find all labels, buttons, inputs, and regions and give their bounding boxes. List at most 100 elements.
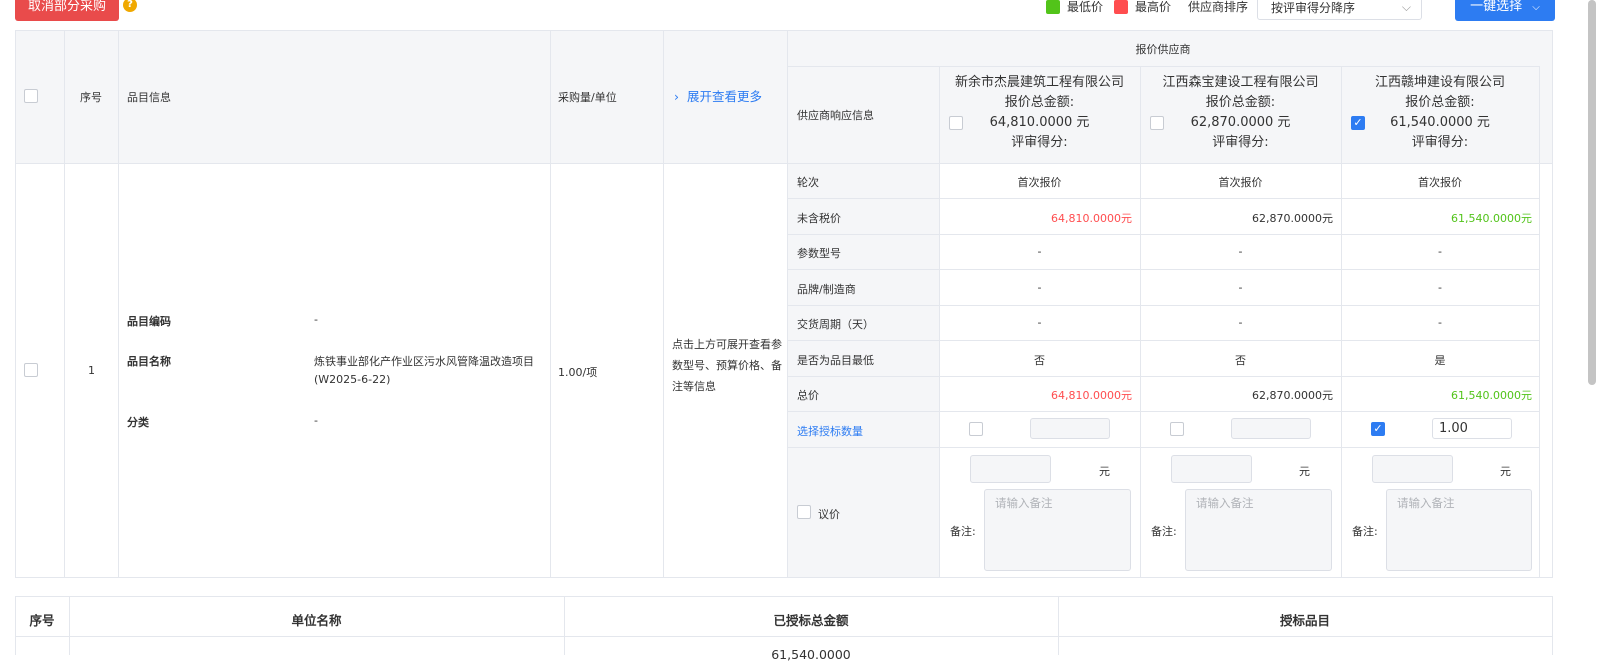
supplier-name: 江西森宝建设工程有限公司: [1162, 75, 1319, 90]
supplier-header-1: 新余市杰晨建筑工程有限公司 报价总金额: 64,810.0000 元 评审得分:: [939, 73, 1140, 153]
s3-remark-label: 备注:: [1352, 525, 1378, 538]
s1-total: 64,810.0000元: [1051, 389, 1132, 402]
supplier-total-label: 报价总金额:: [1004, 95, 1075, 110]
s2-award-checkbox[interactable]: [1170, 422, 1184, 436]
s1-model: -: [1037, 245, 1042, 258]
s1-award-checkbox[interactable]: [969, 422, 983, 436]
chevron-down-icon: ⌵: [1532, 2, 1540, 13]
chevron-down-icon: ⌵: [1401, 0, 1411, 14]
s2-lowest: 否: [1235, 354, 1246, 367]
expand-more-link[interactable]: › 展开查看更多: [674, 86, 762, 105]
item-category-label: 分类: [127, 416, 149, 429]
s1-delivery: -: [1037, 316, 1042, 329]
item-code-value: -: [314, 313, 318, 326]
attr-label-model: 参数型号: [797, 247, 841, 260]
select-all-button[interactable]: 一键选择 ⌵: [1455, 0, 1555, 21]
s3-brand: -: [1438, 281, 1442, 294]
award-qty-label[interactable]: 选择授标数量: [797, 423, 863, 439]
legend-high-label: 最高价: [1135, 0, 1172, 14]
s1-round: 首次报价: [1017, 176, 1062, 189]
expand-hint-line1: 点击上方可展开查看参: [672, 338, 782, 351]
cancel-partial-purchase-button[interactable]: 取消部分采购: [15, 0, 119, 21]
s3-remark-textarea[interactable]: 请输入备注: [1386, 489, 1532, 571]
s2-yuan: 元: [1299, 465, 1310, 478]
legend-low: 最低价: [1046, 0, 1103, 15]
s3-yuan: 元: [1500, 465, 1511, 478]
legend-low-label: 最低价: [1067, 0, 1104, 14]
summary-header-awarded-items: 授标品目: [1279, 613, 1330, 628]
attr-label-lowest: 是否为品目最低: [797, 354, 874, 367]
supplier-1-checkbox[interactable]: [949, 116, 963, 130]
attr-label-round: 轮次: [797, 176, 819, 189]
supplier-total-label: 报价总金额:: [1405, 95, 1475, 110]
s2-negotiate-price-input[interactable]: [1171, 455, 1252, 483]
s2-total: 62,870.0000元: [1252, 389, 1333, 402]
header-item-info: 品目信息: [127, 91, 171, 104]
chevron-right-icon: ›: [674, 89, 679, 104]
item-name-value-line1: 炼铁事业部化产作业区污水风管降温改造项目: [314, 355, 534, 368]
row-checkbox[interactable]: [24, 363, 38, 377]
header-qty-unit: 采购量/单位: [558, 91, 617, 104]
supplier-total: 64,810.0000 元: [989, 115, 1090, 130]
s2-award-qty-input[interactable]: [1231, 418, 1311, 439]
supplier-total-label: 报价总金额:: [1205, 95, 1276, 110]
s1-award-qty-input[interactable]: [1030, 418, 1110, 439]
item-name-label: 品目名称: [127, 355, 171, 368]
s1-negotiate-price-input[interactable]: [970, 455, 1051, 483]
s3-negotiate-price-input[interactable]: [1372, 455, 1453, 483]
select-all-checkbox[interactable]: [24, 89, 38, 103]
header-quoted-suppliers: 报价供应商: [1135, 43, 1191, 56]
s3-award-qty-input[interactable]: 1.00: [1432, 418, 1512, 439]
summary-header-awarded-amount: 已授标总金额: [773, 613, 849, 628]
item-code-label: 品目编码: [127, 315, 171, 328]
expand-more-label: 展开查看更多: [687, 89, 763, 104]
s2-model: -: [1238, 245, 1243, 258]
header-response-info: 供应商响应信息: [797, 109, 874, 122]
supplier-name: 江西赣坤建设有限公司: [1374, 75, 1505, 90]
item-category-value: -: [314, 414, 318, 427]
attr-label-brand: 品牌/制造商: [797, 283, 856, 296]
s1-yuan: 元: [1099, 465, 1110, 478]
s2-delivery: -: [1238, 316, 1243, 329]
select-all-label: 一键选择: [1470, 0, 1523, 14]
expand-hint-line2: 数型号、预算价格、备: [672, 359, 782, 372]
summary-header-company: 单位名称: [291, 613, 342, 628]
supplier-score-label: 评审得分:: [1011, 135, 1068, 150]
s2-remark-label: 备注:: [1151, 525, 1177, 538]
s2-pretax: 62,870.0000元: [1252, 212, 1333, 225]
supplier-score-label: 评审得分:: [1411, 135, 1469, 150]
s3-model: -: [1438, 245, 1442, 258]
supplier-header-3: 江西赣坤建设有限公司 报价总金额: 61,540.0000 元 评审得分:: [1341, 73, 1539, 153]
help-icon[interactable]: ?: [123, 0, 137, 12]
s1-remark-textarea[interactable]: 请输入备注: [984, 489, 1131, 571]
supplier-3-checkbox[interactable]: ✓: [1351, 116, 1365, 130]
s2-remark-textarea[interactable]: 请输入备注: [1185, 489, 1332, 571]
s3-delivery: -: [1438, 316, 1442, 329]
attr-label-pretax: 未含税价: [797, 212, 841, 225]
supplier-name: 新余市杰晨建筑工程有限公司: [954, 75, 1124, 90]
sort-label: 供应商排序: [1188, 0, 1249, 14]
item-qty-unit: 1.00/项: [558, 366, 598, 379]
supplier-2-checkbox[interactable]: [1150, 116, 1164, 130]
s3-award-checkbox[interactable]: ✓: [1371, 422, 1385, 436]
sort-select-value: 按评审得分降序: [1271, 1, 1356, 15]
supplier-total: 62,870.0000 元: [1190, 115, 1291, 130]
s2-brand: -: [1238, 281, 1243, 294]
s3-lowest: 是: [1434, 354, 1446, 367]
s1-remark-label: 备注:: [950, 525, 976, 538]
sort-select[interactable]: 按评审得分降序 ⌵: [1257, 0, 1422, 20]
s1-pretax: 64,810.0000元: [1051, 212, 1132, 225]
row-seq: 1: [88, 364, 95, 377]
negotiate-label: 议价: [818, 508, 840, 521]
item-name-value-line2: (W2025-6-22): [314, 373, 391, 386]
attr-label-total: 总价: [797, 389, 819, 402]
supplier-total: 61,540.0000 元: [1390, 115, 1490, 130]
page-scrollbar[interactable]: [1588, 0, 1596, 385]
low-price-swatch: [1046, 0, 1060, 14]
s3-round: 首次报价: [1418, 176, 1462, 189]
negotiate-checkbox[interactable]: [797, 505, 811, 519]
s2-round: 首次报价: [1218, 176, 1263, 189]
legend-high: 最高价: [1114, 0, 1171, 15]
summary-header-seq: 序号: [29, 613, 55, 628]
s3-total: 61,540.0000元: [1451, 389, 1532, 402]
